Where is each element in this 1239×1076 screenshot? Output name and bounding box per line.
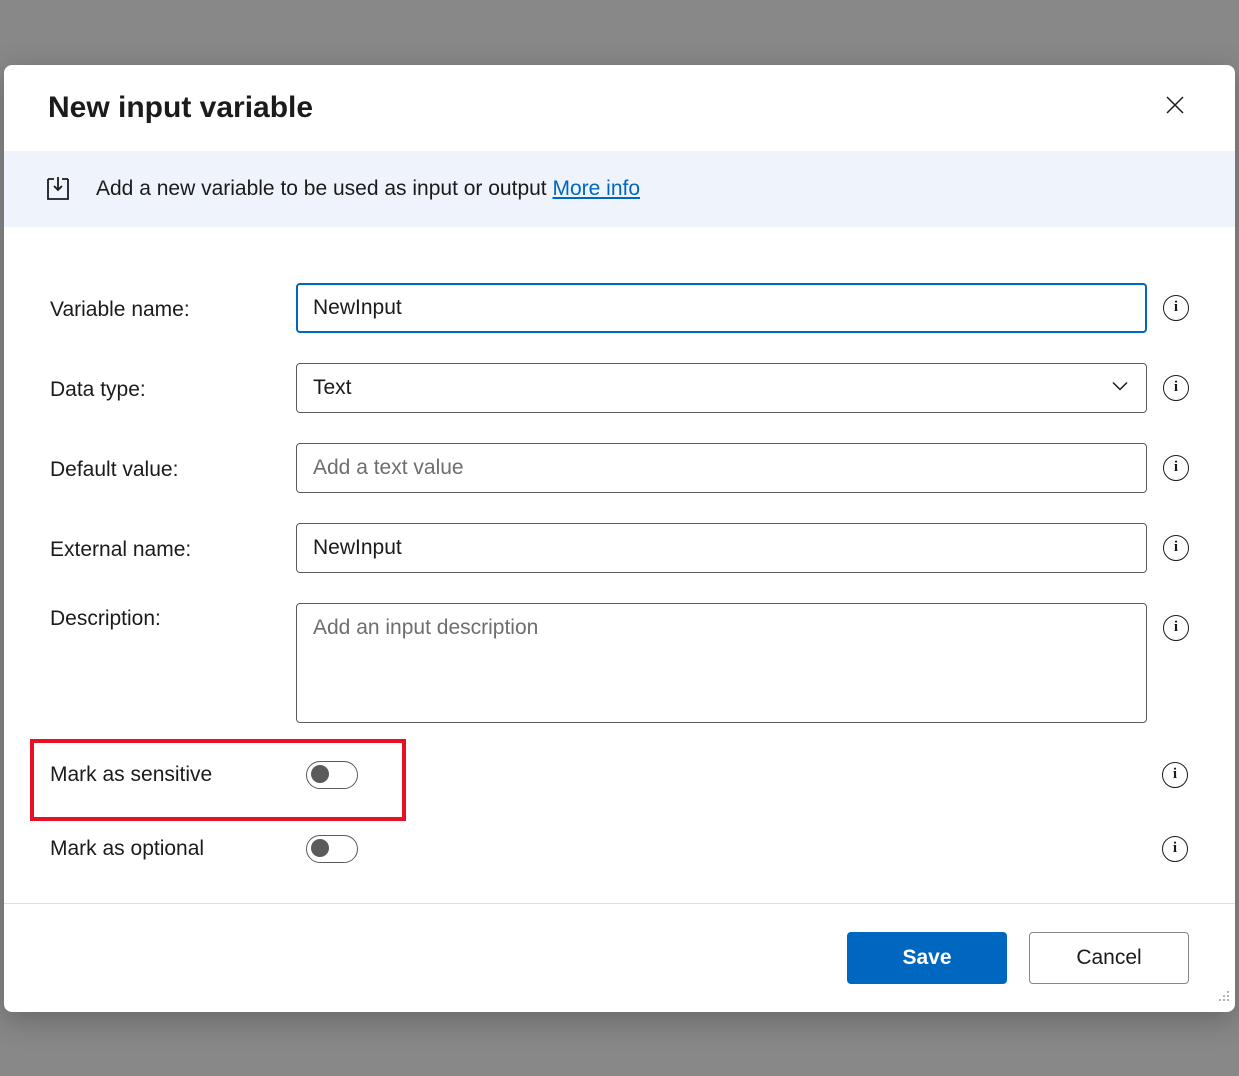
data-type-row: Data type: Text i bbox=[50, 363, 1189, 413]
new-input-variable-dialog: New input variable Add a new variable to… bbox=[4, 65, 1235, 1012]
mark-sensitive-toggle[interactable] bbox=[306, 761, 358, 789]
more-info-link[interactable]: More info bbox=[552, 177, 640, 200]
variable-name-label: Variable name: bbox=[50, 294, 296, 322]
mark-optional-toggle[interactable] bbox=[306, 835, 358, 863]
external-name-label: External name: bbox=[50, 534, 296, 562]
mark-optional-label: Mark as optional bbox=[50, 837, 306, 861]
external-name-row: External name: i bbox=[50, 523, 1189, 573]
description-label: Description: bbox=[50, 603, 296, 631]
resize-grip-icon[interactable] bbox=[1215, 987, 1231, 1008]
dialog-header: New input variable bbox=[4, 65, 1235, 151]
toggle-thumb bbox=[311, 839, 329, 857]
mark-sensitive-label: Mark as sensitive bbox=[50, 763, 306, 787]
description-row: Description: i bbox=[50, 603, 1189, 723]
form-area: Variable name: i Data type: Text i Defau… bbox=[4, 227, 1235, 903]
info-banner: Add a new variable to be used as input o… bbox=[4, 151, 1235, 227]
data-type-label: Data type: bbox=[50, 374, 296, 402]
dialog-title: New input variable bbox=[48, 91, 313, 125]
close-icon bbox=[1165, 95, 1185, 115]
mark-sensitive-row: Mark as sensitive i bbox=[50, 753, 1189, 797]
banner-text-wrap: Add a new variable to be used as input o… bbox=[96, 177, 640, 201]
info-icon[interactable]: i bbox=[1163, 375, 1189, 401]
info-icon[interactable]: i bbox=[1163, 295, 1189, 321]
dialog-footer: Save Cancel bbox=[4, 903, 1235, 1012]
variable-name-input[interactable] bbox=[296, 283, 1147, 333]
data-type-select[interactable]: Text bbox=[296, 363, 1147, 413]
info-icon[interactable]: i bbox=[1162, 836, 1188, 862]
default-value-label: Default value: bbox=[50, 454, 296, 482]
import-icon bbox=[44, 175, 72, 203]
info-icon[interactable]: i bbox=[1162, 762, 1188, 788]
default-value-input[interactable] bbox=[296, 443, 1147, 493]
banner-text: Add a new variable to be used as input o… bbox=[96, 177, 552, 200]
default-value-row: Default value: i bbox=[50, 443, 1189, 493]
toggle-thumb bbox=[311, 765, 329, 783]
external-name-input[interactable] bbox=[296, 523, 1147, 573]
description-input[interactable] bbox=[296, 603, 1147, 723]
info-icon[interactable]: i bbox=[1163, 615, 1189, 641]
close-button[interactable] bbox=[1155, 91, 1195, 124]
info-icon[interactable]: i bbox=[1163, 455, 1189, 481]
info-icon[interactable]: i bbox=[1163, 535, 1189, 561]
variable-name-row: Variable name: i bbox=[50, 283, 1189, 333]
mark-optional-row: Mark as optional i bbox=[50, 827, 1189, 871]
save-button[interactable]: Save bbox=[847, 932, 1007, 984]
cancel-button[interactable]: Cancel bbox=[1029, 932, 1189, 984]
